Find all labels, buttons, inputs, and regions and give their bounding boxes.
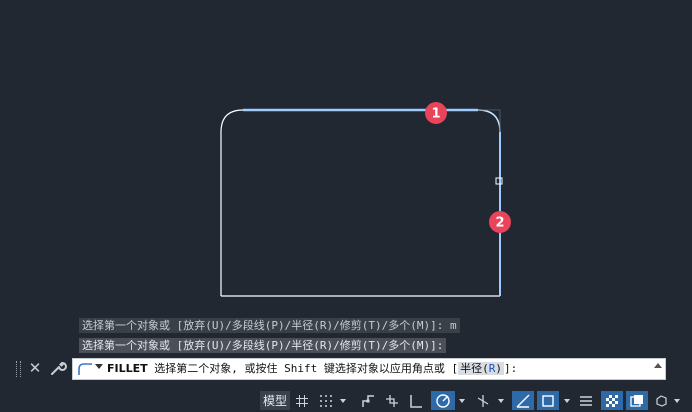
command-history-line: 选择第一个对象或 [放弃(U)/多段线(P)/半径(R)/修剪(T)/多个(M)… xyxy=(79,338,447,353)
chevron-down-icon[interactable] xyxy=(95,364,103,369)
command-input[interactable]: FILLET 选择第二个对象, 或按住 Shift 键选择对象以应用角点或 [半… xyxy=(72,358,666,380)
option-radius[interactable]: 半径(R) xyxy=(458,362,505,375)
chevron-up-icon[interactable] xyxy=(654,363,662,368)
command-history-line: 选择第一个对象或 [放弃(U)/多段线(P)/半径(R)/修剪(T)/多个(M)… xyxy=(79,318,460,333)
polar-icon[interactable] xyxy=(431,391,455,410)
isodraft-icon[interactable] xyxy=(473,391,493,410)
annotation-icon[interactable] xyxy=(652,391,670,410)
arc-top-left[interactable] xyxy=(220,109,244,296)
ortho-icon[interactable] xyxy=(407,391,425,410)
model-tab[interactable]: 模型 xyxy=(260,391,290,410)
prompt-suffix: ]: xyxy=(504,362,518,375)
transparency-icon[interactable] xyxy=(601,391,623,410)
close-icon[interactable]: ✕ xyxy=(27,359,43,377)
lineweight-icon[interactable] xyxy=(577,391,595,410)
selection-cycling-icon[interactable] xyxy=(626,391,648,410)
dynamic-ucs-icon[interactable] xyxy=(383,391,401,410)
chevron-down-icon[interactable] xyxy=(338,391,348,410)
option-close: ) xyxy=(495,362,503,375)
chevron-down-icon[interactable] xyxy=(457,391,467,410)
customize-wrench-icon[interactable] xyxy=(49,359,67,377)
snap-icon[interactable] xyxy=(317,391,335,410)
marker-1-label: 1 xyxy=(431,107,440,122)
recent-commands-icon[interactable] xyxy=(77,362,93,376)
command-prompt: FILLET 选择第二个对象, 或按住 Shift 键选择对象以应用角点或 [半… xyxy=(107,359,517,379)
fillet-preview-arc xyxy=(477,109,501,133)
drag-handle-icon[interactable] xyxy=(16,361,21,377)
command-line: ✕ FILLET 选择第二个对象, 或按住 Shift 键选择对象以应用角点或 … xyxy=(0,355,692,383)
marker-2-label: 2 xyxy=(495,216,504,231)
infer-icon[interactable] xyxy=(359,391,377,410)
option-label: 半径( xyxy=(460,362,489,375)
osnap-icon[interactable] xyxy=(537,391,559,410)
grid-icon[interactable] xyxy=(293,391,311,410)
chevron-down-icon[interactable] xyxy=(496,391,506,410)
osnap-track-icon[interactable] xyxy=(512,391,534,410)
chevron-down-icon[interactable] xyxy=(562,391,572,410)
original-corner xyxy=(478,109,501,132)
chevron-down-icon[interactable] xyxy=(672,391,682,410)
prompt-text: 选择第二个对象, 或按住 Shift 键选择对象以应用角点或 [ xyxy=(147,362,459,375)
command-name: FILLET xyxy=(107,362,148,375)
status-bar: 模型 xyxy=(0,389,692,412)
